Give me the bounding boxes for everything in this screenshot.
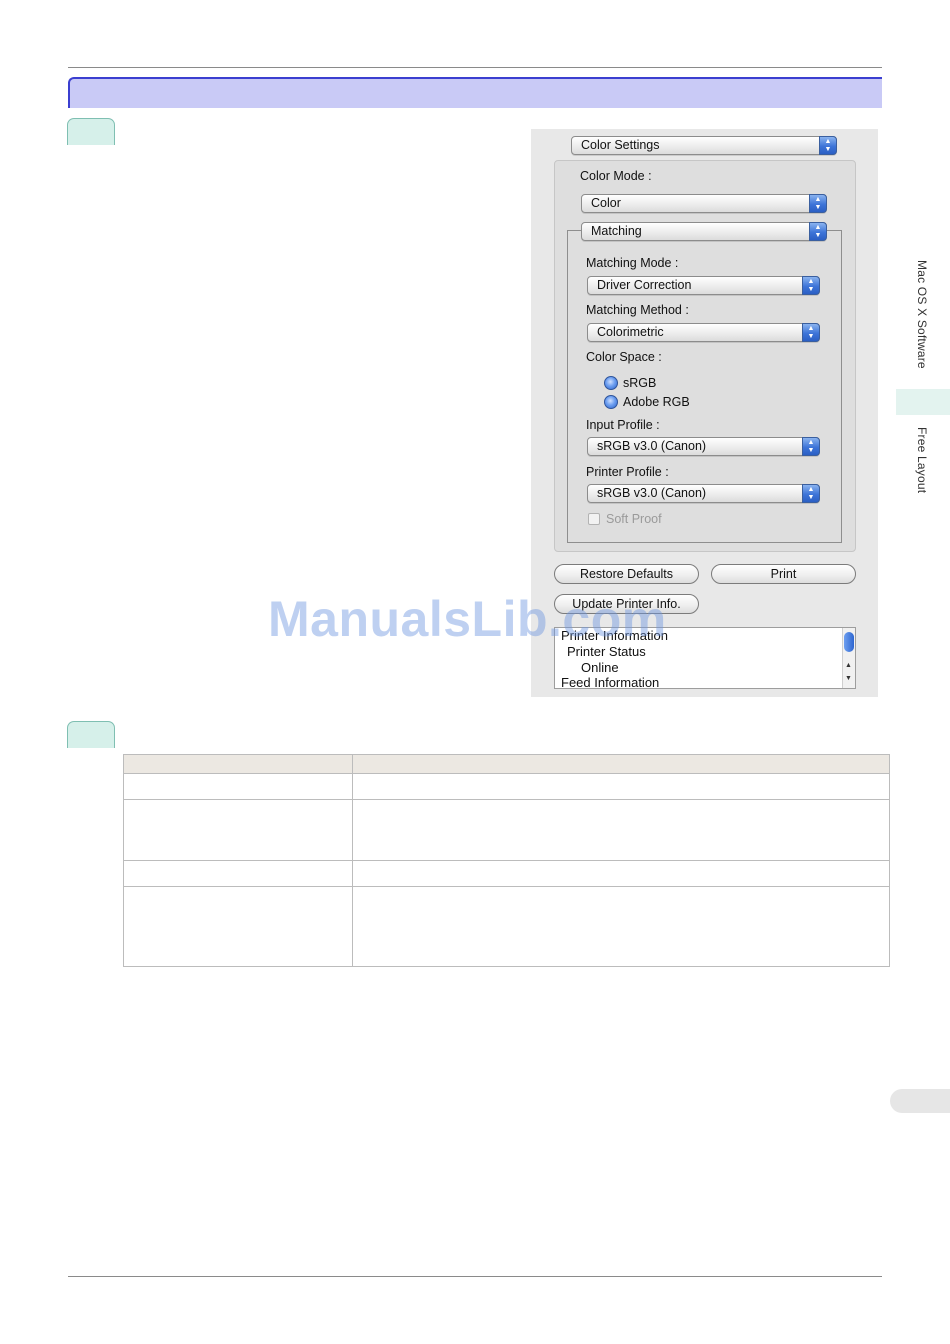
section-header-bar [68, 77, 882, 108]
table-cell [352, 773, 890, 800]
printer-profile-label: Printer Profile : [586, 465, 669, 479]
color-mode-value: Color [591, 196, 621, 210]
table-row [123, 799, 890, 861]
table-row [123, 773, 890, 800]
table-row [123, 886, 890, 967]
list-scrollbar[interactable]: ▲ ▼ [842, 628, 855, 688]
soft-proof-checkbox[interactable] [588, 513, 600, 525]
radio-adobe-rgb-label: Adobe RGB [623, 395, 690, 409]
color-settings-popup-label: Color Settings [581, 138, 660, 152]
scroll-up-icon[interactable]: ▲ [845, 662, 852, 669]
step-tab-1 [67, 118, 115, 145]
parameter-table [123, 754, 890, 967]
table-header-row [123, 754, 890, 774]
popup-arrows-icon: ▲ ▼ [802, 276, 820, 295]
popup-arrows-icon: ▲ ▼ [802, 323, 820, 342]
restore-defaults-button[interactable]: Restore Defaults [554, 564, 699, 584]
printer-profile-popup[interactable]: sRGB v3.0 (Canon) ▲ ▼ [587, 484, 820, 503]
bottom-rule [68, 1276, 882, 1277]
printer-profile-value: sRGB v3.0 (Canon) [597, 486, 707, 500]
matching-mode-value: Driver Correction [597, 278, 692, 292]
list-item: Feed Information [561, 675, 660, 689]
radio-srgb[interactable] [604, 376, 618, 390]
popup-arrows-icon: ▲ ▼ [802, 437, 820, 456]
color-settings-popup[interactable]: Color Settings ▲ ▼ [571, 136, 837, 155]
radio-adobe-rgb[interactable] [604, 395, 618, 409]
table-cell [123, 860, 353, 887]
popup-arrows-icon: ▲ ▼ [819, 136, 837, 155]
input-profile-value: sRGB v3.0 (Canon) [597, 439, 707, 453]
matching-mode-popup[interactable]: Driver Correction ▲ ▼ [587, 276, 820, 295]
color-mode-label: Color Mode : [580, 169, 652, 183]
side-tab-highlight [896, 389, 950, 415]
matching-method-popup[interactable]: Colorimetric ▲ ▼ [587, 323, 820, 342]
table-cell [123, 799, 353, 861]
side-tab-free-layout: Free Layout [915, 427, 929, 494]
matching-popup-label: Matching [591, 224, 642, 238]
table-header-cell [352, 754, 890, 774]
matching-method-label: Matching Method : [586, 303, 689, 317]
popup-arrows-icon: ▲ ▼ [809, 194, 827, 213]
input-profile-label: Input Profile : [586, 418, 660, 432]
table-cell [352, 860, 890, 887]
print-button[interactable]: Print [711, 564, 856, 584]
scroll-thumb[interactable] [844, 632, 854, 652]
table-cell [352, 799, 890, 861]
scroll-down-icon[interactable]: ▼ [845, 675, 852, 682]
input-profile-popup[interactable]: sRGB v3.0 (Canon) ▲ ▼ [587, 437, 820, 456]
color-space-label: Color Space : [586, 350, 662, 364]
table-header-cell [123, 754, 353, 774]
radio-srgb-label: sRGB [623, 376, 657, 390]
color-mode-popup[interactable]: Color ▲ ▼ [581, 194, 827, 213]
list-item: Online [581, 660, 619, 675]
matching-mode-label: Matching Mode : [586, 256, 679, 270]
side-tab-mac-os-x-software: Mac OS X Software [915, 260, 929, 369]
top-rule [68, 67, 882, 68]
side-page-tab [890, 1089, 950, 1113]
matching-popup[interactable]: Matching ▲ ▼ [581, 222, 827, 241]
table-row [123, 860, 890, 887]
table-cell [123, 773, 353, 800]
watermark: ManualsLib.com [268, 591, 667, 647]
popup-arrows-icon: ▲ ▼ [802, 484, 820, 503]
matching-method-value: Colorimetric [597, 325, 664, 339]
step-tab-2 [67, 721, 115, 748]
table-cell [352, 886, 890, 967]
soft-proof-label: Soft Proof [606, 512, 662, 526]
table-cell [123, 886, 353, 967]
popup-arrows-icon: ▲ ▼ [809, 222, 827, 241]
